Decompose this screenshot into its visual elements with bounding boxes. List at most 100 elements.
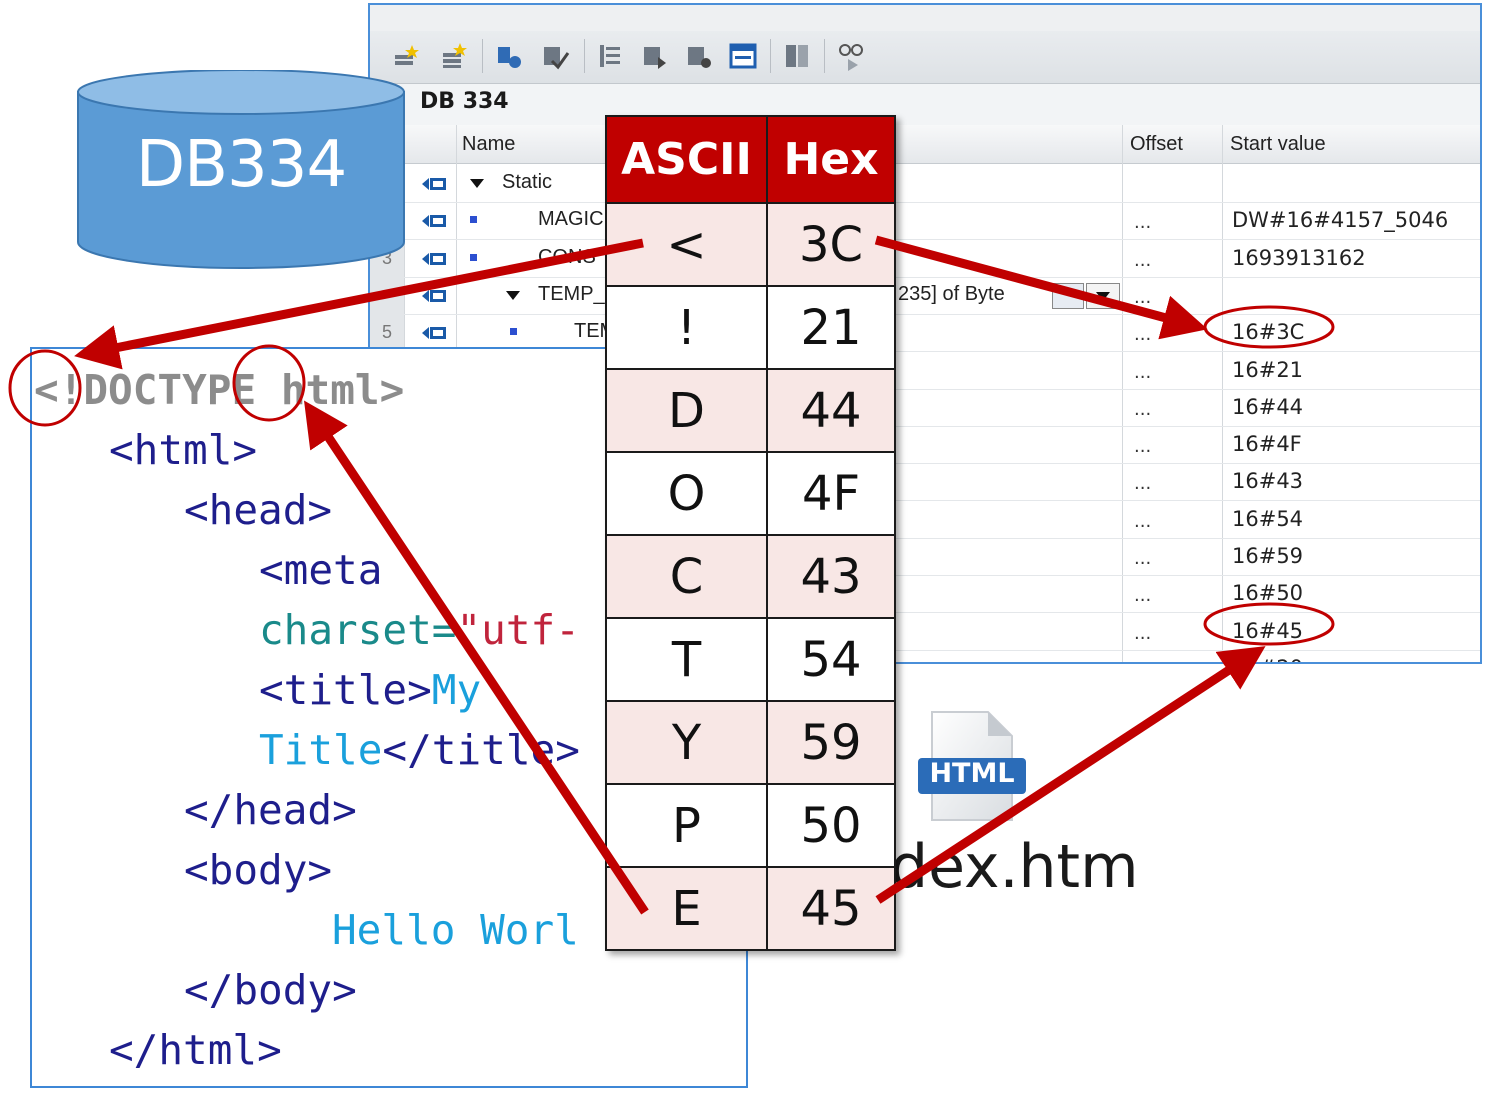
ascii-table-row: T 54 [604,617,896,702]
member-square-icon [510,328,517,336]
ascii-char-cell: D [604,368,769,453]
hex-value-cell: 44 [766,368,896,453]
code-head-open: <head> [184,486,333,534]
toolbar [370,31,1480,84]
table-header-row: Name Offset Start value [370,125,1480,164]
file-caption: dex.htm [890,832,1139,902]
row-start-value[interactable]: 16#3C [1232,320,1304,344]
row-name: MAGIC [538,208,604,231]
row-offset: ... [1134,510,1152,532]
ascii-char-cell: C [604,534,769,619]
hex-value-cell: 21 [766,285,896,370]
row-start-value[interactable]: 16#54 [1232,507,1303,531]
ascii-char-cell: ! [604,285,769,370]
ascii-char-cell: E [604,866,769,951]
code-body-open: <body> [184,846,333,894]
table-row[interactable]: TEMP_ 235] of Byte... [370,276,1480,315]
table-row[interactable]: MAGIC... DW#16#4157_5046 [370,202,1480,241]
hex-value-cell: 43 [766,534,896,619]
code-meta: <meta [259,546,383,594]
column-offset-header[interactable]: Offset [1130,133,1183,156]
ascii-char-cell: Y [604,700,769,785]
hex-header: Hex [766,115,896,204]
row-start-value[interactable]: 16#20 [1232,656,1303,662]
code-charset-value: "utf- [456,606,580,654]
table-row[interactable]: Static [370,165,1480,203]
code-doctype: <!DOCTYPE html> [34,366,405,414]
row-start-value[interactable]: 16#59 [1232,544,1303,568]
ascii-table-row: Y 59 [604,700,896,785]
ascii-header: ASCII [604,115,769,204]
row-number: 5 [370,314,404,352]
row-offset: ... [1134,249,1152,271]
row-offset: ... [1134,436,1152,458]
ascii-table-header: ASCII Hex [604,115,896,204]
row-start-value[interactable]: 16#45 [1232,619,1303,643]
toolbar-separator [482,39,483,73]
row-start-value[interactable]: 16#4F [1232,432,1302,456]
hex-value-cell: 59 [766,700,896,785]
ascii-char-cell: < [604,202,769,287]
row-start-value[interactable]: DW#16#4157_5046 [1232,208,1448,232]
member-square-icon [470,253,477,261]
row-start-value[interactable]: 16#21 [1232,358,1303,382]
code-title-close: </title> [382,726,580,774]
code-charset-line: charset="utf- [259,606,580,654]
database-label: DB334 [135,128,347,202]
code-html-open: <html> [109,426,258,474]
expand-triangle-icon[interactable] [470,179,484,188]
hex-value-cell: 54 [766,617,896,702]
hex-value-cell: 4F [766,451,896,536]
ascii-table-row: <3C [604,202,896,287]
row-start-value[interactable]: 16#44 [1232,395,1303,419]
ascii-char-cell: P [604,783,769,868]
interface-icon [422,215,446,228]
expand-triangle-icon[interactable] [506,290,520,300]
load-icon[interactable] [640,41,670,71]
code-html-close: </html> [109,1026,282,1074]
ascii-table-row: E 45 [604,866,896,951]
ascii-table-row: ! 21 [604,285,896,370]
add-row-icon[interactable] [440,41,470,71]
row-name: Static [502,171,553,193]
window-icon[interactable] [728,41,758,71]
row-start-value[interactable]: 1693913162 [1232,246,1366,270]
html-file-badge: HTML [929,758,1015,789]
row-offset: ... [1134,622,1152,644]
table-row[interactable]: 3 CONS... 1693913162 [370,239,1480,278]
code-title-text-1: My [431,666,482,714]
code-title-text-2: Title [259,726,383,774]
monitor-icon[interactable] [836,41,866,71]
ascii-char-cell: O [604,451,769,536]
row-name: CONS [538,245,596,268]
interface-icon [422,327,446,340]
member-square-icon [470,216,477,224]
code-title-line: <title>My [259,666,481,714]
compare-icon[interactable] [782,41,812,71]
snapshot-icon[interactable] [494,41,524,71]
ascii-table-row: C 43 [604,534,896,619]
row-data-type: 235] of Byte [898,282,1005,305]
type-picker-icon[interactable] [1052,282,1084,309]
copy-values-icon[interactable] [540,41,570,71]
insert-row-icon[interactable] [392,41,422,71]
title-strip [370,5,1480,31]
chevron-down-icon[interactable] [1086,282,1120,309]
column-start-value-header[interactable]: Start value [1230,133,1326,156]
download-icon[interactable] [684,41,714,71]
ascii-table-row: O 4F [604,451,896,536]
code-charset-attr: charset= [259,606,457,654]
row-offset: ... [1134,585,1152,607]
column-name-header[interactable]: Name [462,133,515,156]
row-start-value[interactable]: 16#43 [1232,469,1303,493]
row-start-value[interactable]: 16#50 [1232,581,1303,605]
row-offset: ... [1134,361,1152,383]
ascii-table-row: P 50 [604,783,896,868]
ascii-table-row: D 44 [604,368,896,453]
toolbar-separator [770,39,771,73]
toolbar-separator [824,39,825,73]
code-body-close: </body> [184,966,357,1014]
interface-icon [422,252,446,265]
row-offset: ... [1134,286,1152,308]
list-icon[interactable] [596,41,626,71]
